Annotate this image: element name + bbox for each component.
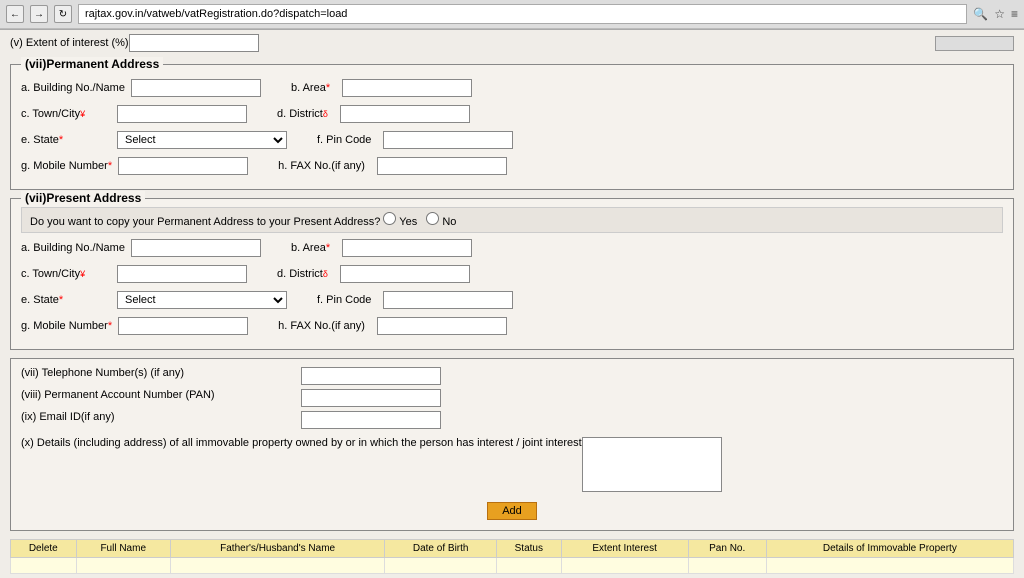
menu-icon[interactable]: ≡ (1011, 7, 1018, 21)
mobile-field-row-pres: g. Mobile Number* (21, 317, 248, 335)
state-field-row-perm: e. State* Select (21, 131, 287, 149)
building-label-pres: a. Building No./Name (21, 242, 125, 254)
add-button[interactable]: Add (487, 502, 537, 520)
town-input-perm[interactable] (117, 105, 247, 123)
area-input-pres[interactable] (342, 239, 472, 257)
fax-input-perm[interactable] (377, 157, 507, 175)
area-input-perm[interactable] (342, 79, 472, 97)
top-button-1[interactable] (935, 36, 1014, 51)
area-field-row-pres: b. Area* (291, 239, 472, 257)
pincode-label-perm: f. Pin Code (317, 134, 371, 146)
yes-radio[interactable] (383, 212, 396, 225)
pincode-input-perm[interactable] (383, 131, 513, 149)
pan-row: (viii) Permanent Account Number (PAN) (21, 389, 1003, 407)
mobile-label-pres: g. Mobile Number* (21, 320, 112, 332)
extent-input[interactable] (129, 34, 259, 52)
other-info-section: (vii) Telephone Number(s) (if any) (viii… (10, 358, 1014, 531)
col-property: Details of Immovable Property (766, 540, 1013, 558)
yes-label[interactable]: Yes (383, 216, 420, 228)
building-input-pres[interactable] (131, 239, 261, 257)
district-label-pres: d. Districtδ (277, 268, 328, 280)
table-section: Delete Full Name Father's/Husband's Name… (10, 539, 1014, 574)
permanent-address-section: (vii)Permanent Address a. Building No./N… (10, 64, 1014, 190)
pincode-field-row-pres: f. Pin Code (317, 291, 513, 309)
extent-section: (v) Extent of interest (%) (0, 30, 1024, 56)
mobile-label-perm: g. Mobile Number* (21, 160, 112, 172)
pan-label: (viii) Permanent Account Number (PAN) (21, 389, 301, 401)
mobile-field-row-perm: g. Mobile Number* (21, 157, 248, 175)
fax-input-pres[interactable] (377, 317, 507, 335)
email-row: (ix) Email ID(if any) (21, 411, 1003, 429)
col-pan: Pan No. (688, 540, 766, 558)
property-textarea[interactable] (582, 437, 722, 492)
col-status: Status (497, 540, 562, 558)
fax-field-row-perm: h. FAX No.(if any) (278, 157, 507, 175)
district-input-pres[interactable] (340, 265, 470, 283)
table-row (11, 558, 1014, 574)
area-label-perm: b. Area* (291, 82, 330, 94)
town-label-pres: c. Town/City¥ (21, 268, 111, 280)
telephone-input[interactable] (301, 367, 441, 385)
area-field-row-perm: b. Area* (291, 79, 472, 97)
district-field-row-perm: d. Districtδ (277, 105, 470, 123)
state-label-pres: e. State* (21, 294, 111, 306)
present-address-title: (vii)Present Address (21, 191, 145, 205)
search-icon[interactable]: 🔍 (973, 7, 988, 21)
email-input[interactable] (301, 411, 441, 429)
property-label: (x) Details (including address) of all i… (21, 437, 582, 449)
pan-input[interactable] (301, 389, 441, 407)
browser-toolbar: ← → ↻ 🔍 ☆ ≡ (0, 0, 1024, 29)
present-address-section: (vii)Present Address Do you want to copy… (10, 198, 1014, 350)
copy-question: Do you want to copy your Permanent Addre… (30, 216, 380, 228)
copy-address-row: Do you want to copy your Permanent Addre… (21, 207, 1003, 233)
pincode-label-pres: f. Pin Code (317, 294, 371, 306)
fax-label-perm: h. FAX No.(if any) (278, 160, 365, 172)
pincode-field-row-perm: f. Pin Code (317, 131, 513, 149)
no-radio[interactable] (426, 212, 439, 225)
mobile-input-pres[interactable] (118, 317, 248, 335)
district-input-perm[interactable] (340, 105, 470, 123)
state-label-perm: e. State* (21, 134, 111, 146)
col-extent: Extent Interest (561, 540, 688, 558)
star-icon[interactable]: ☆ (994, 7, 1005, 21)
telephone-row: (vii) Telephone Number(s) (if any) (21, 367, 1003, 385)
telephone-label: (vii) Telephone Number(s) (if any) (21, 367, 301, 379)
mobile-input-perm[interactable] (118, 157, 248, 175)
state-select-pres[interactable]: Select (117, 291, 287, 309)
fax-label-pres: h. FAX No.(if any) (278, 320, 365, 332)
email-label: (ix) Email ID(if any) (21, 411, 301, 423)
property-row: (x) Details (including address) of all i… (21, 437, 1003, 492)
reload-button[interactable]: ↻ (54, 5, 72, 23)
state-select-perm[interactable]: Select (117, 131, 287, 149)
town-field-row-pres: c. Town/City¥ (21, 265, 247, 283)
town-input-pres[interactable] (117, 265, 247, 283)
town-label-perm: c. Town/City¥ (21, 108, 111, 120)
building-field-row-perm: a. Building No./Name (21, 79, 261, 97)
state-field-row-pres: e. State* Select (21, 291, 287, 309)
col-delete: Delete (11, 540, 77, 558)
col-dob: Date of Birth (385, 540, 497, 558)
town-field-row-perm: c. Town/City¥ (21, 105, 247, 123)
col-fullname: Full Name (76, 540, 170, 558)
forward-button[interactable]: → (30, 5, 48, 23)
partners-table: Delete Full Name Father's/Husband's Name… (10, 539, 1014, 574)
pincode-input-pres[interactable] (383, 291, 513, 309)
back-button[interactable]: ← (6, 5, 24, 23)
no-label[interactable]: No (426, 216, 456, 228)
browser-chrome: ← → ↻ 🔍 ☆ ≡ (0, 0, 1024, 30)
extent-label: (v) Extent of interest (%) (10, 37, 129, 49)
building-field-row-pres: a. Building No./Name (21, 239, 261, 257)
district-label-perm: d. Districtδ (277, 108, 328, 120)
building-input-perm[interactable] (131, 79, 261, 97)
url-bar[interactable] (78, 4, 967, 24)
col-fathername: Father's/Husband's Name (170, 540, 384, 558)
area-label-pres: b. Area* (291, 242, 330, 254)
page-content: (v) Extent of interest (%) (vii)Permanen… (0, 30, 1024, 578)
district-field-row-pres: d. Districtδ (277, 265, 470, 283)
fax-field-row-pres: h. FAX No.(if any) (278, 317, 507, 335)
permanent-address-title: (vii)Permanent Address (21, 57, 163, 71)
building-label-perm: a. Building No./Name (21, 82, 125, 94)
